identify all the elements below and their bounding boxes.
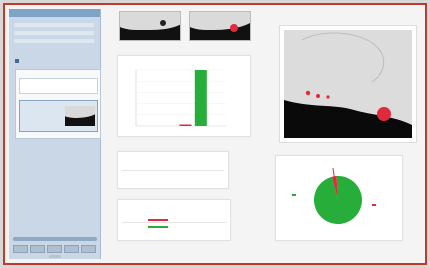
sidebar-button-4[interactable]	[64, 245, 79, 253]
sidebar-item-1[interactable]	[19, 78, 98, 94]
sidebar-footer	[49, 255, 61, 258]
pie-chart-card	[275, 155, 403, 241]
score-red-marker	[148, 219, 168, 221]
sidebar-field-2[interactable]	[14, 31, 94, 35]
sidebar-item-2-thumbnail	[65, 106, 95, 126]
sidebar-field-3[interactable]	[14, 39, 94, 43]
pie-red-label	[372, 204, 376, 206]
results-table-card	[117, 151, 229, 189]
lesion-large	[377, 107, 391, 121]
sidebar-progress	[13, 237, 97, 241]
segmentation-overlay-card	[279, 25, 417, 143]
thumbnail-tissue	[120, 12, 180, 30]
thumbnail-tissue	[65, 106, 95, 118]
score-green-marker	[148, 226, 168, 228]
segmentation-image[interactable]	[284, 30, 412, 138]
sidebar-field-1[interactable]	[14, 23, 94, 27]
pie-chart	[314, 167, 362, 224]
thumbnail-red-spot	[230, 24, 238, 32]
sidebar-group-header[interactable]	[15, 59, 21, 63]
sidebar	[9, 9, 101, 259]
folder-icon	[15, 59, 19, 63]
score-divider	[122, 222, 226, 223]
pie-green-label	[292, 194, 296, 196]
image-thumbnail-2[interactable]	[189, 11, 251, 41]
sidebar-button-3[interactable]	[47, 245, 62, 253]
table-divider	[122, 170, 224, 171]
app-frame	[3, 3, 427, 265]
bar-chart-card	[117, 55, 251, 137]
bar-chart	[135, 69, 226, 127]
thumbnail-spot	[160, 20, 166, 26]
bar-chart-axes	[135, 70, 226, 127]
sidebar-buttons	[13, 245, 96, 253]
tissue-region	[284, 30, 412, 125]
sidebar-button-2[interactable]	[30, 245, 45, 253]
lesion-small	[326, 95, 330, 99]
sidebar-button-1[interactable]	[13, 245, 28, 253]
bar-1	[194, 70, 207, 126]
sidebar-panel	[15, 69, 101, 139]
sidebar-button-5[interactable]	[81, 245, 96, 253]
score-card	[117, 199, 231, 241]
sidebar-title	[9, 9, 100, 17]
image-thumbnail-1[interactable]	[119, 11, 181, 41]
segmentation-image-svg	[284, 30, 412, 125]
sidebar-item-2[interactable]	[19, 100, 98, 132]
lesion-small	[305, 90, 311, 96]
thumbnail-tissue	[190, 12, 250, 30]
lesion-small	[316, 94, 320, 98]
bar-0	[179, 124, 192, 126]
